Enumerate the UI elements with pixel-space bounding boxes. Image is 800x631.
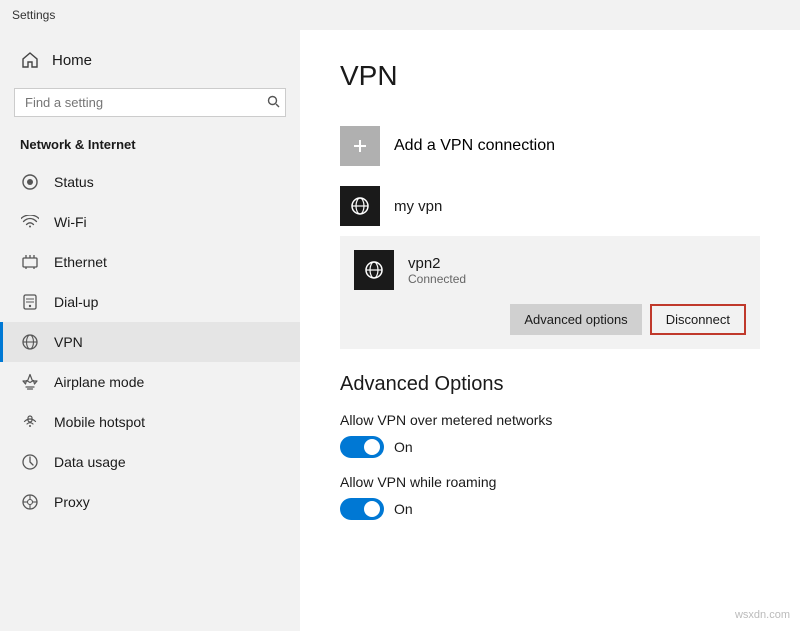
content-area: VPN Add a VPN connection my vpn xyxy=(300,30,800,631)
add-vpn-button[interactable]: Add a VPN connection xyxy=(340,116,760,176)
sidebar-item-dialup[interactable]: Dial-up xyxy=(0,282,300,322)
sidebar-item-home[interactable]: Home xyxy=(0,40,300,80)
sidebar-label-datausage: Data usage xyxy=(54,454,126,470)
sidebar-item-wifi[interactable]: Wi-Fi xyxy=(0,202,300,242)
sidebar-label-dialup: Dial-up xyxy=(54,294,98,310)
toggle-metered-state: On xyxy=(394,439,413,455)
add-vpn-icon xyxy=(340,126,380,166)
advanced-options-title: Advanced Options xyxy=(340,373,760,396)
sidebar: Home Network & Internet Status xyxy=(0,30,300,631)
toggle-roaming[interactable] xyxy=(340,498,384,520)
toggle-roaming-state: On xyxy=(394,501,413,517)
sidebar-item-vpn[interactable]: VPN xyxy=(0,322,300,362)
myvpn-name: my vpn xyxy=(394,198,442,215)
toggle-roaming-row: On xyxy=(340,498,760,520)
vpn2-actions: Advanced options Disconnect xyxy=(354,304,746,335)
search-input[interactable] xyxy=(14,88,286,117)
toggle-roaming-thumb xyxy=(364,501,380,517)
search-button[interactable] xyxy=(267,95,280,111)
vpn2-block: vpn2 Connected Advanced options Disconne… xyxy=(340,236,760,349)
ethernet-icon xyxy=(20,252,40,272)
vpn-icon xyxy=(20,332,40,352)
sidebar-item-airplane[interactable]: Airplane mode xyxy=(0,362,300,402)
vpn2-icon xyxy=(354,250,394,290)
page-title: VPN xyxy=(340,60,760,92)
toggle-metered[interactable] xyxy=(340,436,384,458)
sidebar-label-ethernet: Ethernet xyxy=(54,254,107,270)
toggle-roaming-track xyxy=(340,498,384,520)
sidebar-item-datausage[interactable]: Data usage xyxy=(0,442,300,482)
vpn2-info: vpn2 Connected xyxy=(408,255,466,286)
sidebar-section-title: Network & Internet xyxy=(0,131,300,162)
add-vpn-label: Add a VPN connection xyxy=(394,137,555,155)
vpn2-name: vpn2 xyxy=(408,255,466,272)
sidebar-item-ethernet[interactable]: Ethernet xyxy=(0,242,300,282)
sidebar-label-vpn: VPN xyxy=(54,334,83,350)
proxy-icon xyxy=(20,492,40,512)
toggle-metered-thumb xyxy=(364,439,380,455)
advanced-options-button[interactable]: Advanced options xyxy=(510,304,641,335)
sidebar-item-status[interactable]: Status xyxy=(0,162,300,202)
sidebar-label-status: Status xyxy=(54,174,94,190)
dialup-icon xyxy=(20,292,40,312)
option-metered: Allow VPN over metered networks On xyxy=(340,412,760,458)
app-title: Settings xyxy=(12,8,55,22)
myvpn-info: my vpn xyxy=(394,198,442,215)
sidebar-label-airplane: Airplane mode xyxy=(54,374,144,390)
sidebar-label-wifi: Wi-Fi xyxy=(54,214,87,230)
vpn-item-myvpn[interactable]: my vpn xyxy=(340,176,760,236)
watermark: wsxdn.com xyxy=(735,609,790,621)
wifi-icon xyxy=(20,212,40,232)
option-roaming-label: Allow VPN while roaming xyxy=(340,474,760,490)
hotspot-icon xyxy=(20,412,40,432)
sidebar-item-hotspot[interactable]: Mobile hotspot xyxy=(0,402,300,442)
option-metered-label: Allow VPN over metered networks xyxy=(340,412,760,428)
disconnect-button[interactable]: Disconnect xyxy=(650,304,746,335)
home-icon xyxy=(20,50,40,70)
vpn2-header: vpn2 Connected xyxy=(354,250,746,290)
toggle-metered-track xyxy=(340,436,384,458)
search-container xyxy=(14,88,286,117)
datausage-icon xyxy=(20,452,40,472)
vpn2-status: Connected xyxy=(408,272,466,286)
sidebar-item-proxy[interactable]: Proxy xyxy=(0,482,300,522)
airplane-icon xyxy=(20,372,40,392)
myvpn-icon xyxy=(340,186,380,226)
status-icon xyxy=(20,172,40,192)
option-roaming: Allow VPN while roaming On xyxy=(340,474,760,520)
sidebar-home-label: Home xyxy=(52,52,92,69)
toggle-metered-row: On xyxy=(340,436,760,458)
sidebar-label-hotspot: Mobile hotspot xyxy=(54,414,145,430)
title-bar: Settings xyxy=(0,0,800,30)
sidebar-label-proxy: Proxy xyxy=(54,494,90,510)
